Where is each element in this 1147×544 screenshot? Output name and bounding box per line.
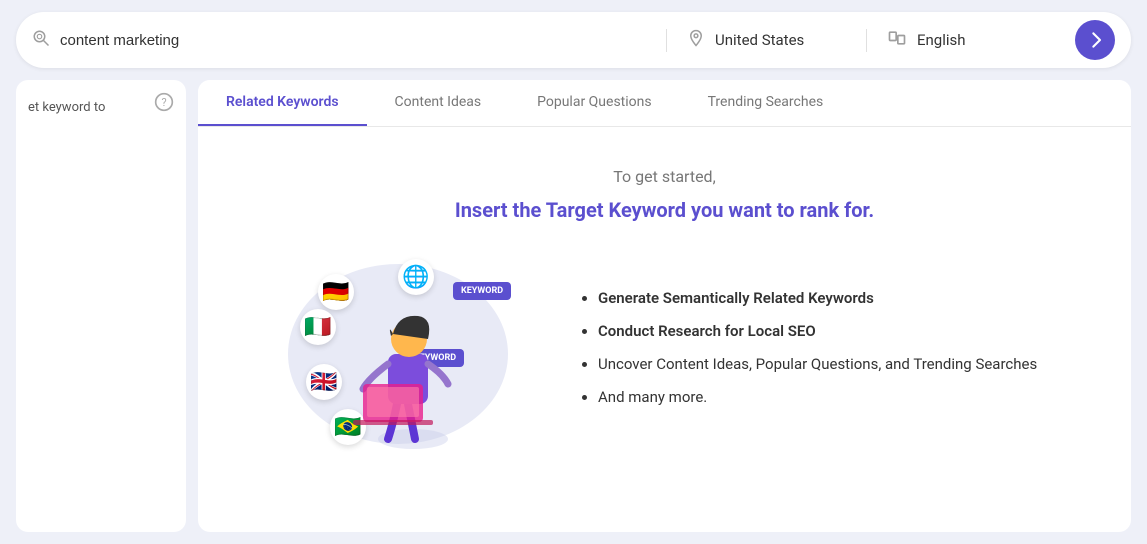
location-label: United States bbox=[715, 31, 804, 49]
person-illustration bbox=[333, 284, 493, 454]
help-icon[interactable]: ? bbox=[154, 92, 174, 116]
tab-trending-searches[interactable]: Trending Searches bbox=[680, 80, 852, 126]
content-area: Related Keywords Content Ideas Popular Q… bbox=[198, 80, 1131, 532]
features-list: Generate Semantically Related Keywords C… bbox=[578, 288, 1071, 420]
search-icon bbox=[32, 29, 50, 52]
location-icon bbox=[687, 29, 705, 52]
flag-italy: 🇮🇹 bbox=[300, 309, 336, 345]
sidebar-helper-text: et keyword to bbox=[28, 100, 105, 115]
search-section: content marketing bbox=[32, 29, 667, 52]
feature-item-2: Conduct Research for Local SEO bbox=[598, 321, 1071, 342]
top-search-bar: content marketing United States English bbox=[16, 12, 1131, 68]
language-icon bbox=[887, 28, 907, 53]
search-submit-button[interactable] bbox=[1075, 20, 1115, 60]
main-heading: Insert the Target Keyword you want to ra… bbox=[455, 198, 874, 222]
location-section: United States bbox=[667, 29, 867, 52]
content-body: To get started, Insert the Target Keywor… bbox=[198, 127, 1131, 494]
language-section: English bbox=[867, 28, 1067, 53]
language-label: English bbox=[917, 31, 966, 49]
tab-popular-questions[interactable]: Popular Questions bbox=[509, 80, 679, 126]
main-content: ? et keyword to Related Keywords Content… bbox=[0, 80, 1147, 532]
tab-bar: Related Keywords Content Ideas Popular Q… bbox=[198, 80, 1131, 127]
intro-text: To get started, bbox=[613, 167, 715, 186]
lower-section: 🇩🇪 🌐 🇮🇹 🇬🇧 🇧🇷 KEYWORD KEYWORD bbox=[258, 254, 1071, 454]
feature-item-3: Uncover Content Ideas, Popular Questions… bbox=[598, 354, 1071, 375]
sidebar: ? et keyword to bbox=[16, 80, 186, 532]
feature-item-4: And many more. bbox=[598, 387, 1071, 408]
svg-text:?: ? bbox=[162, 96, 167, 109]
tab-content-ideas[interactable]: Content Ideas bbox=[367, 80, 510, 126]
keyword-search-input[interactable]: content marketing bbox=[60, 32, 646, 49]
illustration: 🇩🇪 🌐 🇮🇹 🇬🇧 🇧🇷 KEYWORD KEYWORD bbox=[258, 254, 538, 454]
tab-related-keywords[interactable]: Related Keywords bbox=[198, 80, 367, 126]
feature-item-1: Generate Semantically Related Keywords bbox=[598, 288, 1071, 309]
